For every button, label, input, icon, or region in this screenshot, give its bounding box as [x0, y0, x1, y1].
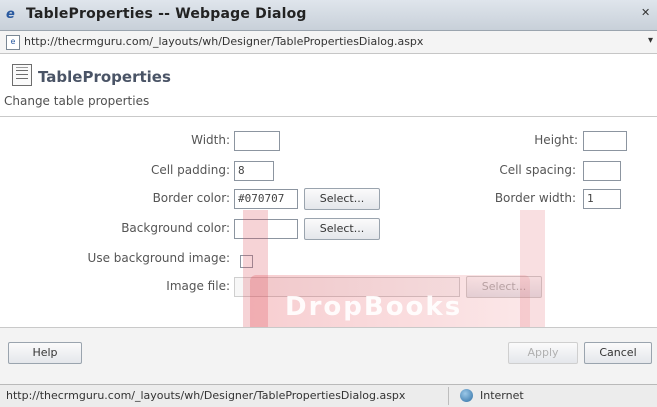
help-button[interactable]: Help — [8, 342, 82, 364]
background-color-label: Background color: — [121, 221, 230, 235]
height-input[interactable] — [583, 131, 627, 151]
border-color-input[interactable]: #070707 — [234, 189, 298, 209]
status-separator — [448, 387, 449, 405]
window-titlebar: e TableProperties -- Webpage Dialog ✕ — [0, 0, 657, 31]
width-input[interactable] — [234, 131, 280, 151]
image-file-label: Image file: — [166, 279, 230, 293]
border-width-label: Border width: — [494, 191, 576, 205]
border-color-select-button[interactable]: Select... — [304, 188, 380, 210]
width-label: Width: — [191, 133, 230, 147]
cell-spacing-input[interactable] — [583, 161, 621, 181]
cell-padding-input[interactable]: 8 — [234, 161, 274, 181]
dialog-subtitle: Change table properties — [4, 94, 150, 108]
status-bar: http://thecrmguru.com/_layouts/wh/Design… — [0, 384, 657, 407]
dialog-title: TableProperties — [38, 68, 171, 86]
dialog-footer: Help Apply Cancel — [0, 327, 657, 384]
dialog-header: TableProperties Change table properties — [0, 54, 657, 116]
address-bar: e http://thecrmguru.com/_layouts/wh/Desi… — [0, 31, 657, 54]
cell-spacing-label: Cell spacing: — [499, 163, 576, 177]
cell-padding-label: Cell padding: — [150, 163, 230, 177]
security-zone: Internet — [480, 389, 524, 402]
ie-icon: e — [6, 7, 15, 22]
border-color-label: Border color: — [152, 191, 230, 205]
close-icon[interactable]: ✕ — [641, 6, 653, 20]
use-background-image-label: Use background image: — [87, 251, 230, 265]
background-color-select-button[interactable]: Select... — [304, 218, 380, 240]
apply-button[interactable]: Apply — [508, 342, 578, 364]
window-title: TableProperties -- Webpage Dialog — [26, 6, 307, 22]
table-icon — [12, 64, 32, 86]
border-width-input[interactable]: 1 — [583, 189, 621, 209]
page-icon: e — [6, 35, 20, 50]
status-url: http://thecrmguru.com/_layouts/wh/Design… — [6, 389, 406, 402]
cancel-button[interactable]: Cancel — [584, 342, 652, 364]
chevron-down-icon[interactable]: ▾ — [648, 35, 653, 46]
globe-icon — [460, 389, 473, 402]
height-label: Height: — [534, 133, 578, 147]
address-url: http://thecrmguru.com/_layouts/wh/Design… — [24, 35, 424, 48]
watermark-text: DropBooks — [285, 292, 463, 322]
